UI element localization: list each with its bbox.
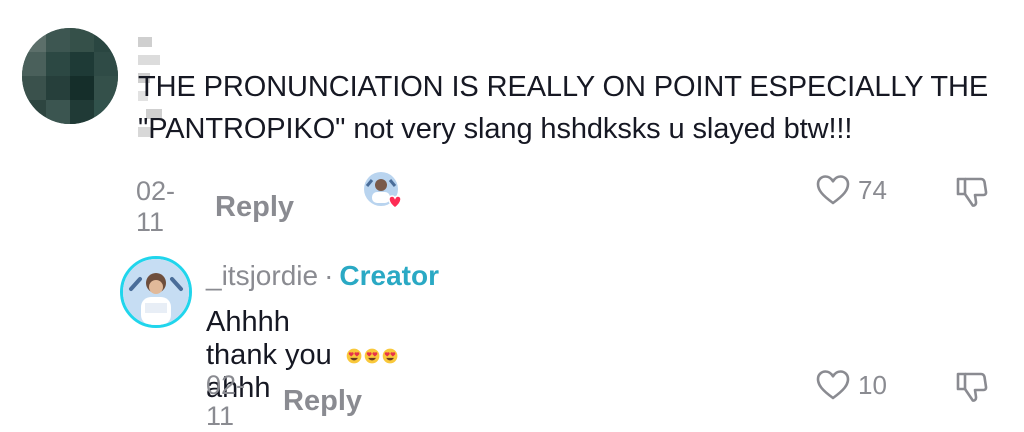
heart-outline-icon	[816, 370, 850, 400]
creator-badge: Creator	[339, 260, 439, 291]
comment-text-line: "PANTROPIKO" not very slang hshdksks u s…	[138, 113, 853, 145]
dislike-button[interactable]	[954, 175, 988, 209]
reply-button[interactable]: Reply	[215, 191, 294, 224]
heart-eyes-emoji-icon	[364, 348, 380, 363]
thumbs-down-icon	[956, 177, 988, 207]
reply-header: _itsjordie · Creator	[206, 260, 439, 292]
like-button[interactable]: 74	[816, 174, 887, 206]
reply-like-button[interactable]: 10	[816, 369, 887, 401]
thumbs-down-icon	[956, 372, 988, 402]
liked-by-creator-icon	[362, 170, 404, 212]
reply-dislike-button[interactable]	[954, 370, 988, 404]
comment-date: 02-11	[136, 176, 176, 237]
heart-eyes-emoji-icon	[346, 348, 361, 363]
reply-meta: 02-11 Reply	[206, 370, 362, 432]
heart-eyes-emoji-icon	[382, 348, 398, 363]
comment-meta: 02-11 Reply	[136, 176, 294, 238]
separator-dot: ·	[324, 260, 334, 291]
heart-outline-icon	[816, 175, 850, 205]
creator-avatar[interactable]	[120, 256, 192, 328]
reply-date: 02-11	[206, 370, 246, 431]
comment-text: THE PRONUNCIATION IS REALLY ON POINT ESP…	[138, 66, 1008, 150]
like-count: 74	[858, 174, 887, 205]
reply-like-count: 10	[858, 369, 887, 400]
comment-text-line: THE PRONUNCIATION IS REALLY ON POINT ESP…	[138, 71, 989, 103]
creator-username[interactable]: _itsjordie	[206, 260, 318, 292]
commenter-avatar[interactable]	[22, 28, 118, 124]
reply-reply-button[interactable]: Reply	[283, 385, 362, 418]
